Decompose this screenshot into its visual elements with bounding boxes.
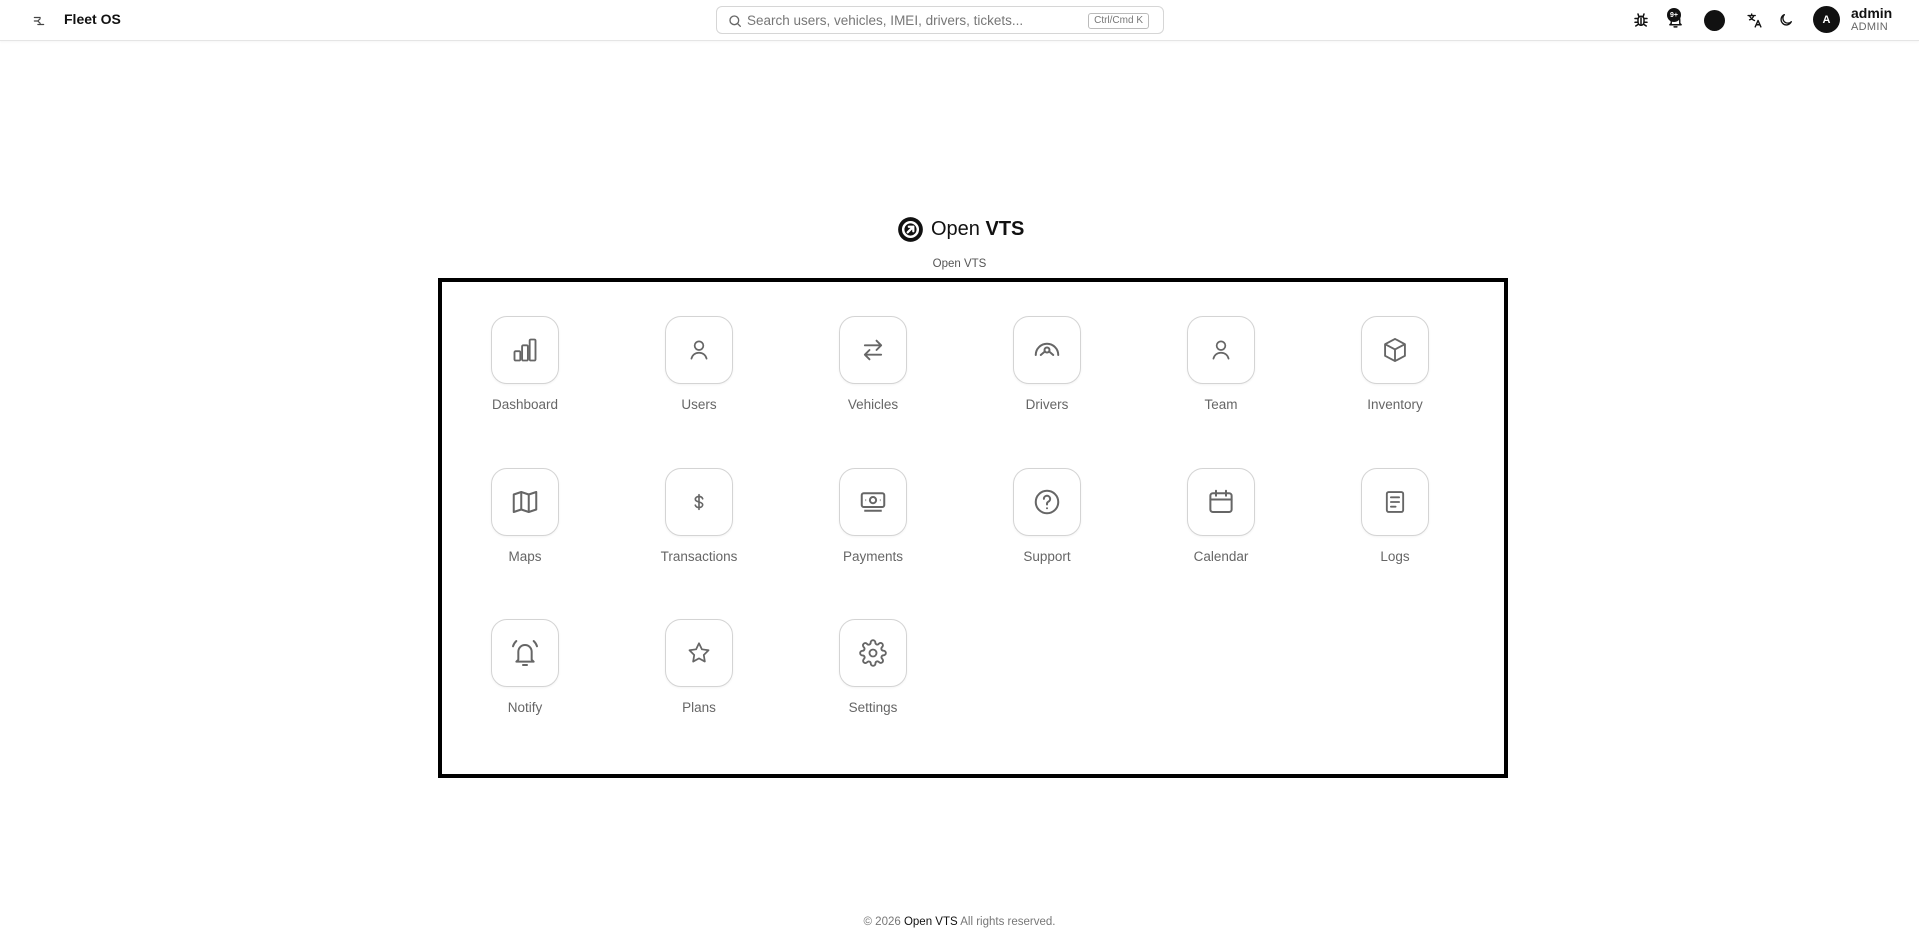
app-maps[interactable]: Maps — [460, 468, 580, 578]
app-label: Notify — [507, 700, 543, 715]
app-label: Payments — [842, 549, 904, 564]
app-label: Transactions — [660, 549, 738, 564]
open-vts-logo-icon — [898, 217, 923, 242]
bar-chart-icon — [491, 316, 559, 384]
app-team[interactable]: Team — [1156, 316, 1276, 426]
app-settings[interactable]: Settings — [808, 619, 928, 729]
user-role: ADMIN — [1851, 21, 1888, 33]
user-name[interactable]: admin — [1851, 5, 1892, 21]
app-label: Plans — [682, 700, 716, 715]
app-plans[interactable]: Plans — [634, 619, 754, 729]
app-dashboard[interactable]: Dashboard — [460, 316, 580, 426]
app-label: Users — [681, 397, 717, 412]
footer: © 2026 Open VTS All rights reserved. — [0, 916, 1919, 928]
banknote-icon — [839, 468, 907, 536]
page-subtitle: Open VTS — [932, 258, 987, 270]
steering-wheel-icon — [1013, 316, 1081, 384]
bug-report-icon[interactable] — [1630, 9, 1652, 31]
global-search[interactable]: Ctrl/Cmd K — [716, 6, 1164, 34]
user-icon — [1187, 316, 1255, 384]
app-support[interactable]: Support — [982, 468, 1102, 578]
user-icon — [665, 316, 733, 384]
avatar[interactable]: A — [1813, 6, 1840, 33]
language-icon[interactable] — [1743, 9, 1765, 31]
apps-grid: Dashboard Users Vehicles Drivers Team In… — [438, 278, 1508, 778]
app-label: Team — [1204, 397, 1238, 412]
dollar-icon — [665, 468, 733, 536]
footer-copyright: © 2026 — [863, 916, 904, 928]
app-transactions[interactable]: Transactions — [634, 468, 754, 578]
top-bar: Fleet OS Ctrl/Cmd K 9+ A admin ADMIN — [0, 0, 1919, 41]
footer-brand: Open VTS — [903, 916, 958, 928]
search-input[interactable] — [747, 10, 1077, 30]
app-logo: Open VTS — [897, 216, 1024, 243]
sidebar-toggle-icon[interactable] — [27, 9, 51, 33]
app-label: Maps — [508, 549, 542, 564]
accent-color-picker[interactable] — [1704, 10, 1725, 31]
app-label: Calendar — [1193, 549, 1249, 564]
footer-rights: All rights reserved. — [957, 916, 1056, 928]
box-icon — [1361, 316, 1429, 384]
app-users[interactable]: Users — [634, 316, 754, 426]
map-icon — [491, 468, 559, 536]
app-label: Support — [1023, 549, 1071, 564]
search-shortcut-hint: Ctrl/Cmd K — [1088, 13, 1149, 29]
app-label: Drivers — [1025, 397, 1069, 412]
calendar-icon — [1187, 468, 1255, 536]
app-label: Logs — [1380, 549, 1410, 564]
gear-icon — [839, 619, 907, 687]
app-label: Dashboard — [491, 397, 559, 412]
search-icon — [729, 15, 741, 27]
bell-ring-icon — [491, 619, 559, 687]
app-vehicles[interactable]: Vehicles — [808, 316, 928, 426]
notifications-badge: 9+ — [1667, 8, 1681, 22]
app-logs[interactable]: Logs — [1330, 468, 1450, 578]
brand-name[interactable]: Fleet OS — [64, 11, 121, 27]
app-notify[interactable]: Notify — [460, 619, 580, 729]
dark-mode-moon-icon[interactable] — [1775, 9, 1797, 31]
app-label: Inventory — [1367, 397, 1423, 412]
arrows-left-right-icon — [839, 316, 907, 384]
app-label: Settings — [848, 700, 898, 715]
help-circle-icon — [1013, 468, 1081, 536]
app-calendar[interactable]: Calendar — [1156, 468, 1276, 578]
logo-text: Open VTS — [931, 218, 1025, 240]
app-drivers[interactable]: Drivers — [982, 316, 1102, 426]
star-icon — [665, 619, 733, 687]
document-icon — [1361, 468, 1429, 536]
app-inventory[interactable]: Inventory — [1330, 316, 1450, 426]
app-label: Vehicles — [847, 397, 899, 412]
app-payments[interactable]: Payments — [808, 468, 928, 578]
